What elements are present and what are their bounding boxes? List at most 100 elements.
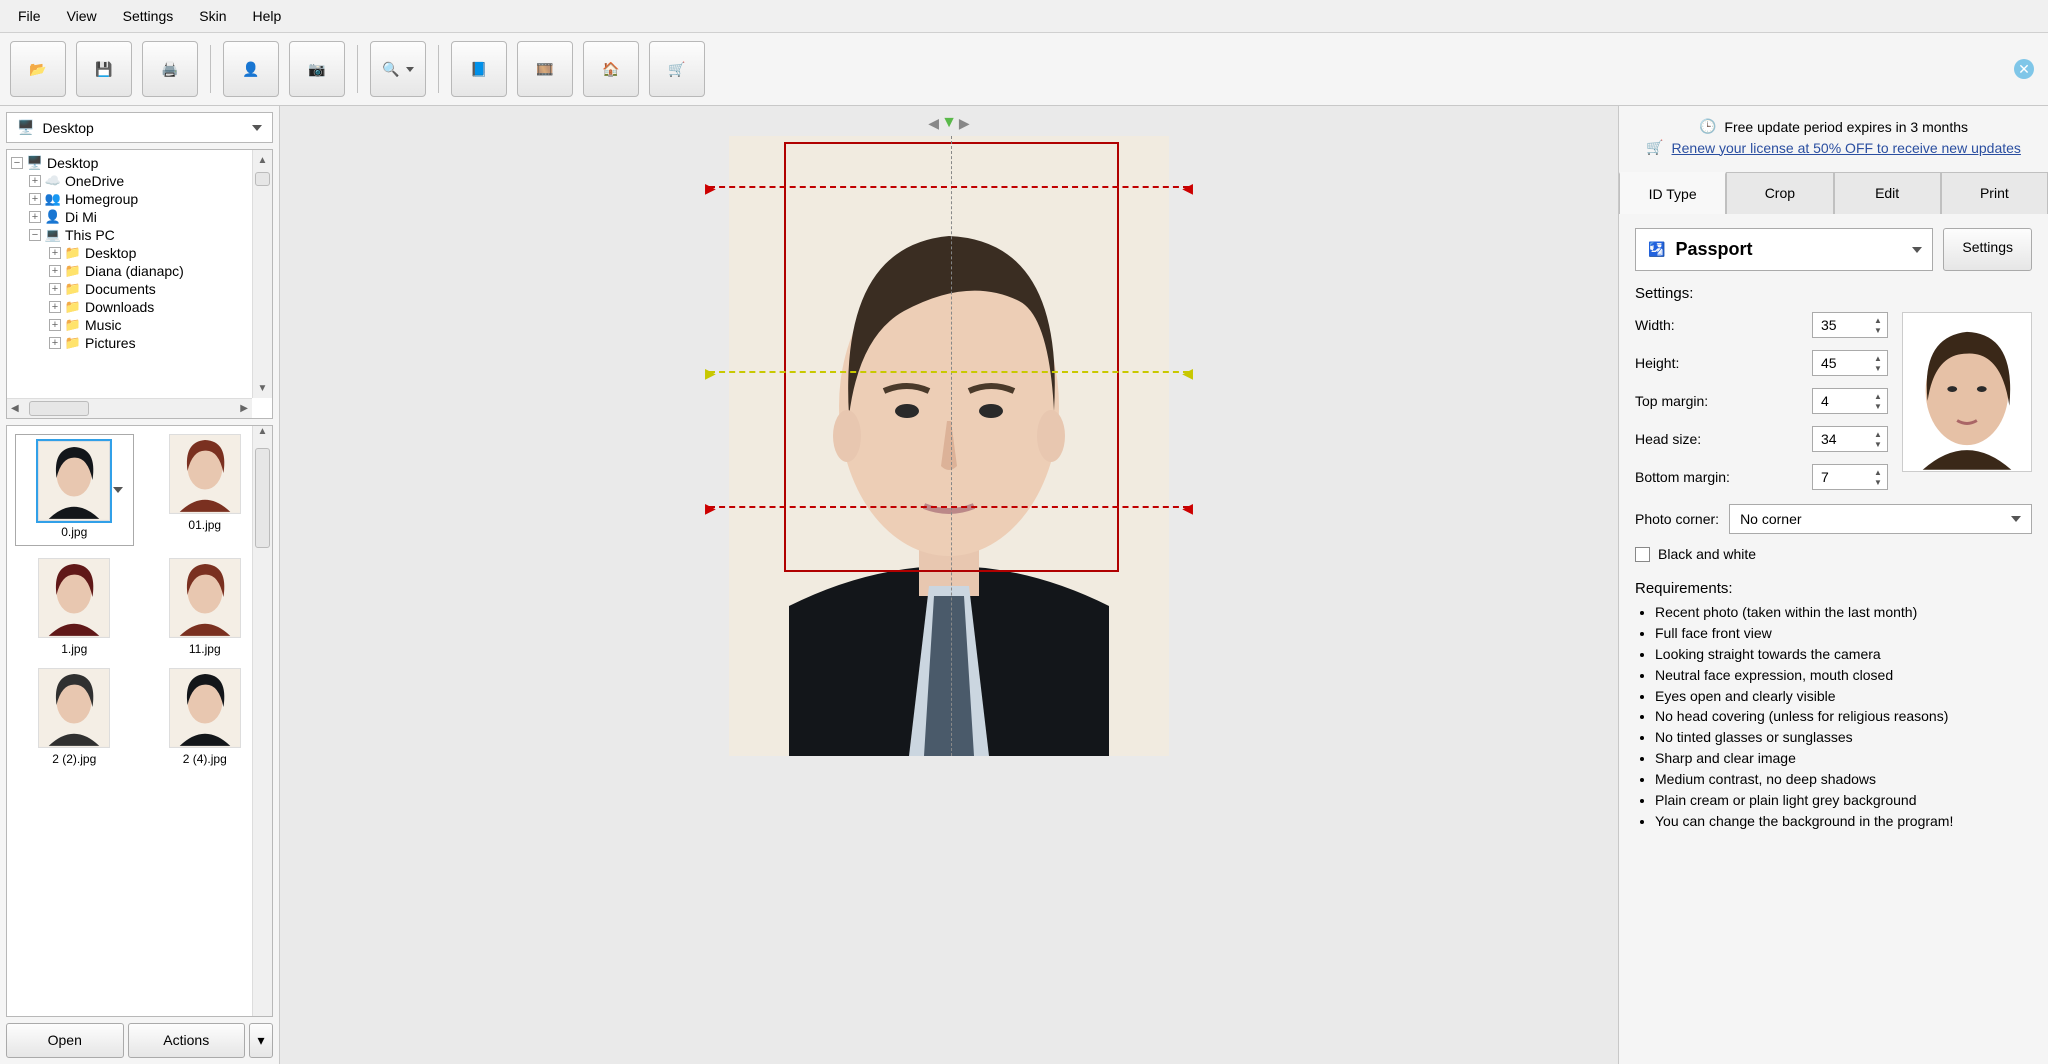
tree-node[interactable]: +☁️OneDrive <box>9 172 270 190</box>
close-promo-button[interactable]: ✕ <box>2014 59 2034 79</box>
headsize-stepper[interactable]: 34▲▼ <box>1812 426 1888 452</box>
right-tabs: ID Type Crop Edit Print <box>1619 172 2048 214</box>
open-button[interactable]: Open <box>6 1023 124 1058</box>
camera-button[interactable]: 📷 <box>289 41 345 97</box>
document-settings-button[interactable]: Settings <box>1943 228 2032 271</box>
menu-view[interactable]: View <box>55 4 109 28</box>
tree-node[interactable]: +📁Diana (dianapc) <box>9 262 270 280</box>
open-file-button[interactable]: 📂 <box>10 41 66 97</box>
toolbar-separator <box>438 45 439 93</box>
home-icon: 🏠 <box>602 61 619 78</box>
requirement-item: Recent photo (taken within the last mont… <box>1655 603 2032 622</box>
promo-renew-link[interactable]: Renew your license at 50% OFF to receive… <box>1672 140 2021 156</box>
photo-corner-label: Photo corner: <box>1635 511 1719 527</box>
home-button[interactable]: 🏠 <box>583 41 639 97</box>
order-button[interactable]: 🛒 <box>649 41 705 97</box>
thumbnail-item[interactable]: 01.jpg <box>146 434 265 546</box>
tab-edit[interactable]: Edit <box>1834 172 1941 214</box>
location-value: Desktop <box>42 120 93 136</box>
portrait-button[interactable]: 👤 <box>223 41 279 97</box>
film-icon: 🎞️ <box>536 61 553 78</box>
top-alignment-handle[interactable]: ◀▼▶ <box>928 114 969 132</box>
menu-settings[interactable]: Settings <box>111 4 186 28</box>
thumbnail-name: 2 (2).jpg <box>52 752 96 766</box>
tree-horizontal-scrollbar[interactable]: ◀ ▶ <box>7 398 252 418</box>
thumbnail-item[interactable]: 1.jpg <box>15 558 134 656</box>
requirements-list: Recent photo (taken within the last mont… <box>1639 603 2032 831</box>
document-type-dropdown[interactable]: 🛂 Passport <box>1635 228 1933 271</box>
promo-banner: 🕒Free update period expires in 3 months … <box>1619 106 2048 172</box>
right-bottom-handle[interactable]: ◀ <box>1182 500 1193 517</box>
folder-tree: −🖥️Desktop+☁️OneDrive+👥Homegroup+👤Di Mi−… <box>6 149 273 419</box>
thumbnail-item[interactable]: 2 (4).jpg <box>146 668 265 766</box>
tree-vertical-scrollbar[interactable]: ▲ ▼ <box>252 150 272 398</box>
thumbnail-name: 0.jpg <box>61 525 87 539</box>
print-button[interactable]: 🖨️ <box>142 41 198 97</box>
menu-skin[interactable]: Skin <box>187 4 238 28</box>
height-stepper[interactable]: 45▲▼ <box>1812 350 1888 376</box>
tab-crop[interactable]: Crop <box>1726 172 1833 214</box>
toolbar-separator <box>210 45 211 93</box>
requirement-item: No head covering (unless for religious r… <box>1655 707 2032 726</box>
toolbar: 📂 💾 🖨️ 👤 📷 🔍 📘 🎞️ 🏠 🛒 ✕ <box>0 33 2048 106</box>
settings-header: Settings: <box>1635 285 2032 302</box>
actions-dropdown-arrow[interactable]: ▾ <box>249 1023 273 1058</box>
toolbar-separator <box>357 45 358 93</box>
tab-idtype[interactable]: ID Type <box>1619 172 1726 214</box>
promo-line1: Free update period expires in 3 months <box>1724 119 1968 135</box>
photo-canvas: ◀▼▶ <box>280 106 1618 1064</box>
save-button[interactable]: 💾 <box>76 41 132 97</box>
right-top-handle[interactable]: ◀ <box>1182 180 1193 197</box>
left-top-handle[interactable]: ▶ <box>705 180 716 197</box>
cart-icon: 🛒 <box>668 61 685 78</box>
requirement-item: You can change the background in the pro… <box>1655 812 2032 831</box>
close-icon: ✕ <box>2018 61 2030 78</box>
tree-node-root[interactable]: −🖥️Desktop <box>9 154 270 172</box>
tree-node[interactable]: +👥Homegroup <box>9 190 270 208</box>
location-dropdown[interactable]: 🖥️ Desktop <box>6 112 273 143</box>
tree-node[interactable]: −💻This PC <box>9 226 270 244</box>
thumb-vertical-scrollbar[interactable]: ▲ <box>252 426 272 1016</box>
clock-icon: 🕒 <box>1699 118 1716 135</box>
tree-node[interactable]: +📁Documents <box>9 280 270 298</box>
tree-node[interactable]: +📁Music <box>9 316 270 334</box>
requirement-item: Medium contrast, no deep shadows <box>1655 770 2032 789</box>
menu-help[interactable]: Help <box>240 4 293 28</box>
left-panel: 🖥️ Desktop −🖥️Desktop+☁️OneDrive+👥Homegr… <box>0 106 280 1064</box>
left-eye-handle[interactable]: ▶ <box>705 365 716 382</box>
topmargin-label: Top margin: <box>1635 393 1804 409</box>
topmargin-stepper[interactable]: 4▲▼ <box>1812 388 1888 414</box>
thumbnail-name: 2 (4).jpg <box>183 752 227 766</box>
photo-corner-dropdown[interactable]: No corner <box>1729 504 2032 534</box>
requirement-item: Looking straight towards the camera <box>1655 645 2032 664</box>
actions-button[interactable]: Actions <box>128 1023 246 1058</box>
tree-node[interactable]: +📁Pictures <box>9 334 270 352</box>
person-icon: 👤 <box>242 61 259 78</box>
thumbnail-name: 1.jpg <box>61 642 87 656</box>
left-bottom-handle[interactable]: ▶ <box>705 500 716 517</box>
video-tutorial-button[interactable]: 🎞️ <box>517 41 573 97</box>
passport-icon: 🛂 <box>1648 241 1665 258</box>
help-button[interactable]: 📘 <box>451 41 507 97</box>
right-eye-handle[interactable]: ◀ <box>1182 365 1193 382</box>
requirement-item: Eyes open and clearly visible <box>1655 687 2032 706</box>
thumbnail-item[interactable]: 0.jpg <box>15 434 134 546</box>
zoom-dropdown[interactable]: 🔍 <box>370 41 426 97</box>
black-white-label: Black and white <box>1658 546 1756 562</box>
tree-node[interactable]: +📁Downloads <box>9 298 270 316</box>
tree-node[interactable]: +📁Desktop <box>9 244 270 262</box>
cart-icon: 🛒 <box>1646 139 1663 156</box>
thumbnail-name: 11.jpg <box>189 642 221 656</box>
bottommargin-stepper[interactable]: 7▲▼ <box>1812 464 1888 490</box>
thumbnail-name: 01.jpg <box>188 518 221 532</box>
width-stepper[interactable]: 35▲▼ <box>1812 312 1888 338</box>
tree-node[interactable]: +👤Di Mi <box>9 208 270 226</box>
crop-rectangle[interactable] <box>784 142 1119 572</box>
tab-print[interactable]: Print <box>1941 172 2048 214</box>
black-white-checkbox[interactable] <box>1635 547 1650 562</box>
printer-icon: 🖨️ <box>161 61 178 78</box>
thumbnail-item[interactable]: 11.jpg <box>146 558 265 656</box>
thumbnail-item[interactable]: 2 (2).jpg <box>15 668 134 766</box>
requirement-item: Full face front view <box>1655 624 2032 643</box>
menu-file[interactable]: File <box>6 4 53 28</box>
